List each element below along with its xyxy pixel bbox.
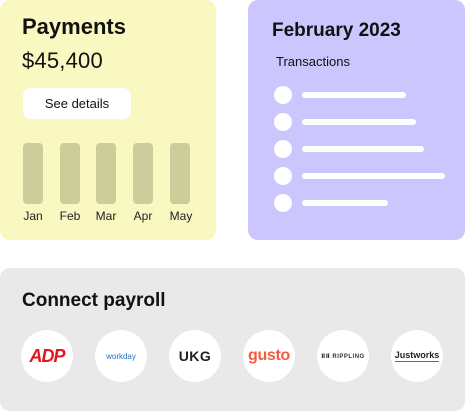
- see-details-button[interactable]: See details: [23, 88, 131, 119]
- transactions-card: February 2023 Transactions: [248, 0, 465, 240]
- month-label-may: May: [169, 209, 193, 223]
- bar-feb: [60, 143, 80, 204]
- provider-justworks-button[interactable]: Justworks: [391, 330, 443, 382]
- transaction-dot: [274, 167, 292, 185]
- ukg-logo-icon: UKG: [178, 348, 212, 364]
- rippling-logo-icon: ⅡⅡ RIPPLING: [321, 353, 365, 360]
- transaction-dot: [274, 113, 292, 131]
- transaction-dot: [274, 86, 292, 104]
- transaction-line: [302, 92, 406, 98]
- transaction-line: [302, 119, 416, 125]
- transaction-dot: [274, 194, 292, 212]
- provider-ukg-button[interactable]: UKG: [169, 330, 221, 382]
- connect-payroll-panel: Connect payroll ADP workday UKG gusto ⅡⅡ…: [0, 268, 465, 411]
- workday-logo-icon: workday: [106, 351, 136, 361]
- transaction-dot: [274, 140, 292, 158]
- transactions-label: Transactions: [276, 54, 350, 69]
- justworks-logo-icon: Justworks: [394, 350, 440, 362]
- bar-may: [170, 143, 190, 204]
- provider-rippling-button[interactable]: ⅡⅡ RIPPLING: [317, 330, 369, 382]
- gusto-logo-icon: gusto: [247, 347, 291, 364]
- connect-payroll-title: Connect payroll: [22, 290, 166, 311]
- transaction-line: [302, 146, 424, 152]
- bar-apr: [133, 143, 153, 204]
- bar-jan: [23, 143, 43, 204]
- provider-workday-button[interactable]: workday: [95, 330, 147, 382]
- bar-mar: [96, 143, 116, 204]
- payments-title: Payments: [22, 14, 126, 39]
- provider-adp-button[interactable]: ADP: [21, 330, 73, 382]
- month-label-feb: Feb: [59, 209, 81, 223]
- transactions-month: February 2023: [272, 20, 401, 41]
- month-label-mar: Mar: [95, 209, 117, 223]
- provider-gusto-button[interactable]: gusto: [243, 330, 295, 382]
- month-label-apr: Apr: [133, 209, 153, 223]
- month-label-jan: Jan: [23, 209, 43, 223]
- transaction-line: [302, 200, 388, 206]
- payments-card: Payments $45,400 See details Jan Feb Mar…: [0, 0, 216, 240]
- adp-logo-icon: ADP: [29, 345, 65, 366]
- payments-amount: $45,400: [22, 48, 103, 73]
- transaction-line: [302, 173, 445, 179]
